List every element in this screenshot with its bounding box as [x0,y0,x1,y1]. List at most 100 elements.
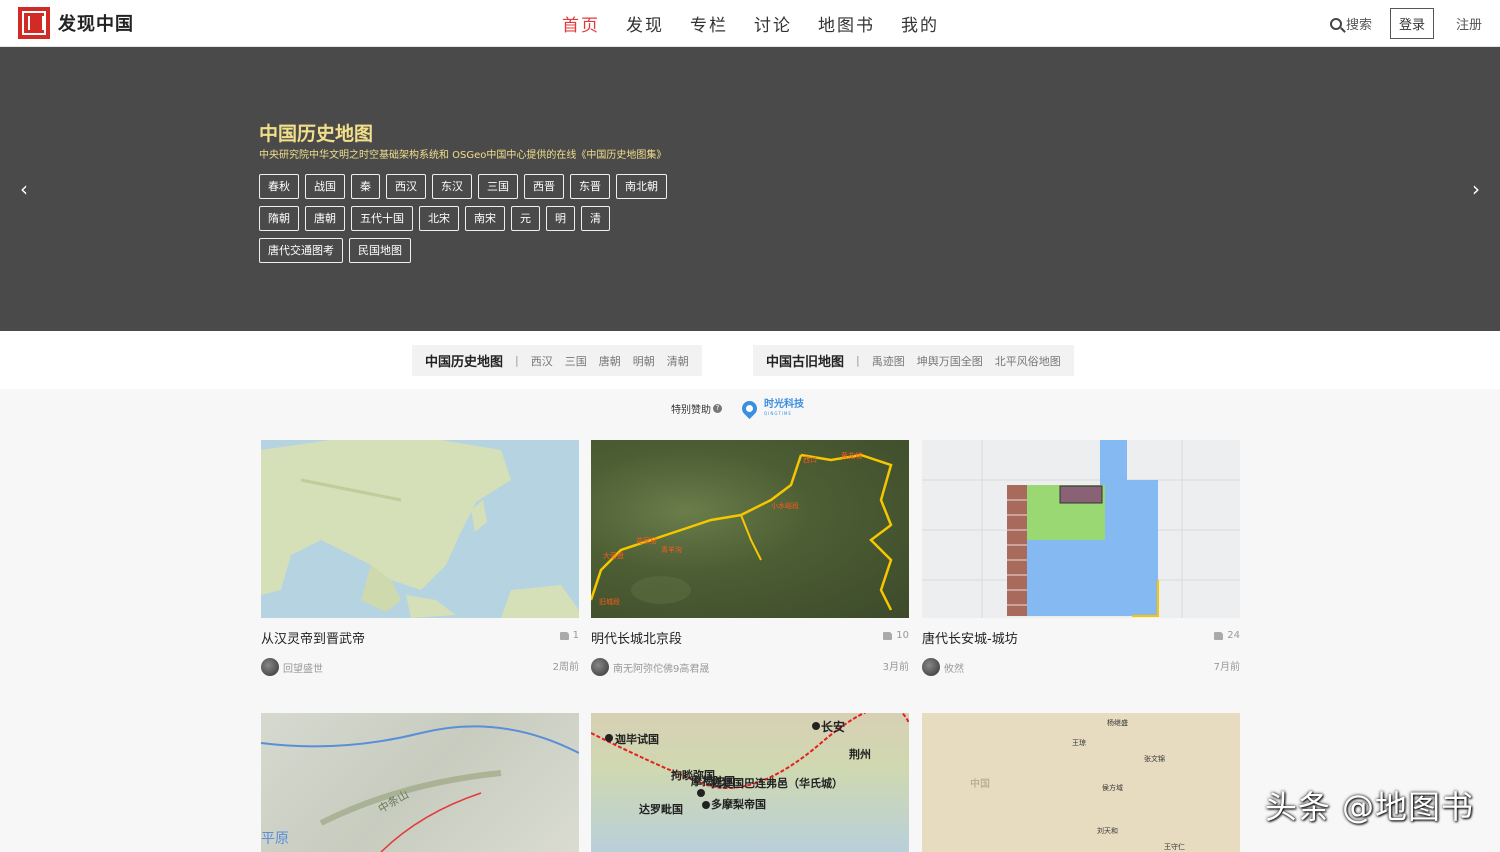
logo-text: 发现中国 [58,14,134,35]
tag-tang-transport[interactable]: 唐代交通图考 [259,238,343,263]
map-card[interactable]: 从汉灵帝到晋武帝 1 回望盛世 2周前 [261,440,579,676]
like-count[interactable]: 1 [559,630,579,641]
like-count[interactable]: 10 [883,630,909,641]
search-label: 搜索 [1345,18,1372,33]
subnav-link[interactable]: 西汉 [531,353,553,369]
subnav-link[interactable]: 禹迹图 [872,353,905,369]
map-thumbnail[interactable]: 中条山 平原 [261,713,579,852]
subnav-link[interactable]: 三国 [565,353,587,369]
divider: | [856,354,860,367]
map-label: 侯方域 [1102,783,1123,792]
sponsor-logo[interactable]: 时光科技 QINGTIME [738,397,804,419]
subnav-link[interactable]: 唐朝 [599,353,621,369]
map-label: 花家窑 [636,536,657,545]
map-label: 荆州 [849,747,871,761]
map-label: 王琼 [1072,738,1086,747]
tag-ming[interactable]: 明 [546,206,575,231]
tag-row: 隋朝 唐朝 五代十国 北宋 南宋 元 明 清 [259,206,719,231]
banner-title: 中国历史地图 [259,123,374,145]
subnav-link[interactable]: 北平风俗地图 [995,353,1061,369]
author-name: 回望盛世 [283,663,323,675]
like-count-value: 24 [1227,630,1240,641]
tag-xijin[interactable]: 西晋 [524,174,564,199]
banner-subtitle: 中央研究院中华文明之时空基础架构系统和 OSGeo中国中心提供的在线《中国历史地… [259,150,667,161]
sponsor-name-en: QINGTIME [764,411,792,416]
map-label: 张文锦 [1144,754,1165,763]
prev-slide-icon[interactable]: ‹ [20,177,28,201]
site-logo[interactable]: 发现中国 [18,7,134,39]
card-title[interactable]: 明代长城北京段 [591,628,682,647]
tag-minguo[interactable]: 民国地图 [349,238,411,263]
map-thumbnail[interactable]: 王琼 张文锦 杨继盛 侯方域 刘天和 王守仁 中国 [922,713,1240,852]
map-label: 刘天和 [1097,826,1118,835]
map-card[interactable]: 西口 黄花城 小水峪段 花家窑 大营盘 青羊沟 旧城段 明代长城北京段 10 南… [591,440,909,676]
subnav-historical: 中国历史地图 | 西汉 三国 唐朝 明朝 清朝 [412,345,702,376]
card-author[interactable]: 南无阿弥佗佛9高君晟 [591,658,709,676]
nav-column[interactable]: 专栏 [690,11,728,36]
subnav-link[interactable]: 坤舆万国全图 [917,353,983,369]
tag-chunqiu[interactable]: 春秋 [259,174,299,199]
nav-discover[interactable]: 发现 [626,11,664,36]
tag-sui[interactable]: 隋朝 [259,206,299,231]
subnav-title[interactable]: 中国历史地图 [425,351,503,370]
sponsor-name-cn: 时光科技 [764,399,804,410]
thumbs-up-icon [883,631,893,640]
map-label: 王守仁 [1164,842,1185,851]
nav-atlas[interactable]: 地图书 [818,11,875,36]
tag-qin[interactable]: 秦 [351,174,380,199]
map-thumbnail[interactable] [261,440,579,618]
subnav-title[interactable]: 中国古旧地图 [766,351,844,370]
register-link[interactable]: 注册 [1456,14,1482,33]
tag-tang[interactable]: 唐朝 [305,206,345,231]
nav-home[interactable]: 首页 [562,11,600,36]
category-band: 中国历史地图 | 西汉 三国 唐朝 明朝 清朝 中国古旧地图 | 禹迹图 坤舆万… [0,331,1500,389]
next-slide-icon[interactable]: › [1472,177,1480,201]
card-title[interactable]: 唐代长安城-城坊 [922,628,1018,647]
header-actions: 搜索 登录 注册 [1329,0,1482,47]
card-time: 2周前 [552,662,579,673]
tag-qing[interactable]: 清 [581,206,610,231]
watermark: 头条 @地图书 [1264,788,1474,826]
subnav-link[interactable]: 明朝 [633,353,655,369]
subnav-link[interactable]: 清朝 [667,353,689,369]
login-button[interactable]: 登录 [1389,8,1434,39]
sponsor-bar: 特别赞助 ? 时光科技 QINGTIME [671,397,804,419]
tag-nanbeichao[interactable]: 南北朝 [616,174,667,199]
card-time: 7月前 [1213,662,1240,673]
tag-yuan[interactable]: 元 [511,206,540,231]
tag-nansong[interactable]: 南宋 [465,206,505,231]
tag-zhanguo[interactable]: 战国 [305,174,345,199]
tag-xihan[interactable]: 西汉 [386,174,426,199]
search-icon [1329,17,1342,30]
avatar [591,658,609,676]
card-author[interactable]: 回望盛世 [261,658,323,676]
sponsor-name: 时光科技 QINGTIME [764,400,804,416]
tag-row: 春秋 战国 秦 西汉 东汉 三国 西晋 东晋 南北朝 [259,174,719,199]
nav-discussion[interactable]: 讨论 [754,11,792,36]
tag-sanguo[interactable]: 三国 [478,174,518,199]
map-label: 迦毕试国 [615,732,659,746]
hero-banner: ‹ › 中国历史地图 中央研究院中华文明之时空基础架构系统和 OSGeo中国中心… [0,47,1500,331]
logo-mark-icon [18,7,50,39]
map-thumbnail[interactable]: 西口 黄花城 小水峪段 花家窑 大营盘 青羊沟 旧城段 [591,440,909,618]
card-author[interactable]: 攸然 [922,658,964,676]
tag-dongjin[interactable]: 东晋 [570,174,610,199]
map-thumbnail[interactable] [922,440,1240,618]
nav-mine[interactable]: 我的 [901,11,939,36]
help-icon[interactable]: ? [713,403,722,413]
author-name: 攸然 [944,663,964,675]
thumbs-up-icon [559,631,569,640]
map-label: 青羊沟 [661,545,682,554]
map-label: 长安 [821,719,845,734]
map-card[interactable]: 唐代长安城-城坊 24 攸然 7月前 [922,440,1240,676]
map-thumbnail[interactable]: 长安 荆州 迦毕试国 拘睒弥国 摩揭陀国 揭提国巴连弗邑（华氏城） 多摩梨帝国 … [591,713,909,852]
map-label: 杨继盛 [1107,718,1128,727]
card-title[interactable]: 从汉灵帝到晋武帝 [261,628,365,647]
like-count[interactable]: 24 [1214,630,1240,641]
tag-beisong[interactable]: 北宋 [419,206,459,231]
map-label: 多摩梨帝国 [711,797,766,811]
tag-wudai[interactable]: 五代十国 [351,206,413,231]
search-button[interactable]: 搜索 [1329,14,1372,33]
tag-donghan[interactable]: 东汉 [432,174,472,199]
subnav-old-maps: 中国古旧地图 | 禹迹图 坤舆万国全图 北平风俗地图 [753,345,1074,376]
